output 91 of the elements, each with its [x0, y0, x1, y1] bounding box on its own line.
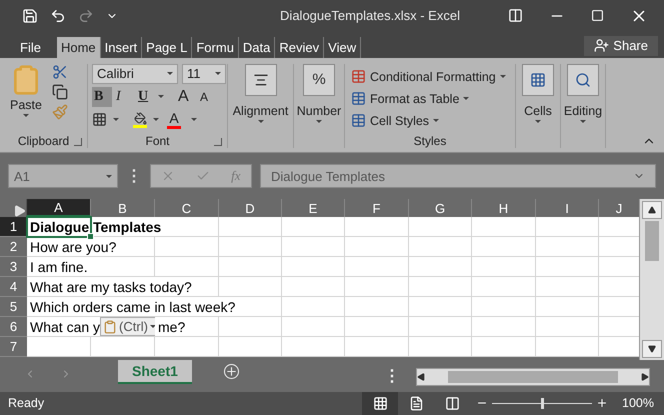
scroll-down-icon[interactable] — [642, 340, 662, 358]
add-sheet-icon[interactable] — [224, 364, 239, 380]
save-icon[interactable] — [22, 8, 38, 24]
scroll-thumb[interactable] — [448, 371, 618, 384]
status-text: Ready — [8, 396, 44, 410]
cell-text: How are you? — [30, 238, 116, 255]
caret-icon — [167, 72, 173, 76]
column-header[interactable]: C — [155, 199, 219, 218]
share-button[interactable]: Share — [584, 36, 658, 56]
dialog-launcher-icon[interactable] — [214, 138, 222, 146]
italic-button[interactable]: I — [114, 86, 134, 107]
normal-view-icon[interactable] — [362, 392, 398, 415]
cell-text: I am fine. — [30, 258, 88, 275]
shrink-font-button[interactable]: A — [198, 86, 218, 107]
number-button[interactable]: % Number — [292, 64, 346, 148]
cell-text: What are my tasks today? — [30, 278, 192, 295]
maximize-icon[interactable] — [591, 9, 604, 22]
cells-button[interactable]: Cells — [518, 64, 558, 148]
font-name-dropdown[interactable]: Calibri — [92, 64, 178, 84]
copy-icon[interactable] — [52, 84, 68, 100]
zoom-slider[interactable] — [492, 398, 592, 409]
table-icon — [351, 91, 366, 106]
paste-button[interactable]: Paste — [6, 64, 46, 134]
column-header[interactable]: G — [409, 199, 472, 218]
dialog-launcher-icon[interactable] — [74, 138, 82, 146]
zoom-in-icon[interactable] — [596, 397, 608, 410]
scroll-left-icon[interactable] — [417, 373, 425, 382]
search-icon — [575, 72, 591, 88]
row-header[interactable]: 1 — [0, 217, 27, 238]
caret-icon — [580, 120, 586, 123]
more-button[interactable]: ⋮ — [384, 366, 400, 386]
styles-menu-button[interactable]: Cell Styles — [351, 110, 515, 132]
caret-icon — [23, 114, 29, 117]
column-header[interactable]: I — [536, 199, 599, 218]
caret-icon — [215, 72, 221, 76]
group-label: Font — [145, 134, 170, 148]
borders-icon[interactable] — [92, 112, 107, 128]
caret-icon — [316, 120, 322, 123]
column-header[interactable]: B — [91, 199, 155, 218]
ribbon-display-icon[interactable] — [508, 8, 523, 24]
cell-text: What can y — [30, 318, 100, 335]
underline-button[interactable]: U — [136, 86, 156, 107]
styles-menu-button[interactable]: Format as Table — [351, 88, 515, 110]
person-add-icon — [594, 38, 610, 54]
redo-icon[interactable] — [78, 8, 94, 24]
slider-thumb[interactable] — [541, 398, 544, 409]
column-header[interactable]: F — [345, 199, 409, 218]
ribbon-tab[interactable]: Home — [56, 36, 101, 58]
fill-handle[interactable] — [87, 233, 94, 240]
caret-icon — [191, 118, 197, 122]
caret-icon — [113, 118, 119, 122]
scroll-thumb[interactable] — [645, 221, 660, 262]
alignment-button[interactable]: Alignment — [228, 64, 292, 148]
cell-text: me? — [158, 318, 186, 335]
column-header[interactable]: H — [472, 199, 536, 218]
caret-icon — [500, 75, 506, 78]
group-label: Styles — [414, 134, 446, 148]
editing-button[interactable]: Editing — [560, 64, 606, 148]
styles-menu-button[interactable]: Conditional Formatting — [351, 66, 515, 88]
grid-icon — [530, 72, 546, 88]
fill-color-icon[interactable] — [133, 112, 147, 128]
more-button[interactable]: ⋮ — [126, 166, 142, 186]
align-center-icon — [252, 72, 268, 88]
column-header[interactable]: D — [219, 199, 282, 218]
caret-icon — [106, 174, 112, 178]
scroll-right-icon[interactable] — [641, 373, 649, 382]
cell-text: Dialogue Templates — [30, 218, 162, 235]
cell-text: Which orders came in last week? — [30, 298, 236, 315]
ribbon-tab[interactable]: File — [0, 36, 57, 58]
table-icon — [351, 113, 366, 128]
table-icon — [351, 69, 366, 84]
zoom-level[interactable]: 100% — [614, 396, 664, 410]
caret-icon — [433, 119, 440, 122]
scroll-up-icon[interactable] — [642, 201, 662, 220]
font-size-dropdown[interactable]: 11 — [182, 64, 226, 84]
cut-icon[interactable] — [52, 64, 68, 80]
select-all-icon[interactable] — [14, 205, 26, 218]
caret-icon — [158, 95, 164, 98]
bold-button[interactable]: B — [92, 86, 112, 107]
undo-icon[interactable] — [50, 8, 66, 24]
group-label: Clipboard — [18, 134, 70, 148]
caret-icon — [463, 97, 470, 100]
caret-icon — [153, 118, 159, 122]
caret-icon — [535, 120, 541, 123]
caret-icon — [258, 120, 264, 123]
window-title: DialogueTemplates.xlsx - Excel — [279, 8, 461, 24]
column-header[interactable]: A — [27, 199, 91, 218]
clipboard-icon — [103, 320, 118, 334]
font-color-button[interactable]: A — [165, 110, 185, 130]
column-header[interactable]: E — [282, 199, 345, 218]
grow-font-button[interactable]: A — [176, 86, 196, 107]
